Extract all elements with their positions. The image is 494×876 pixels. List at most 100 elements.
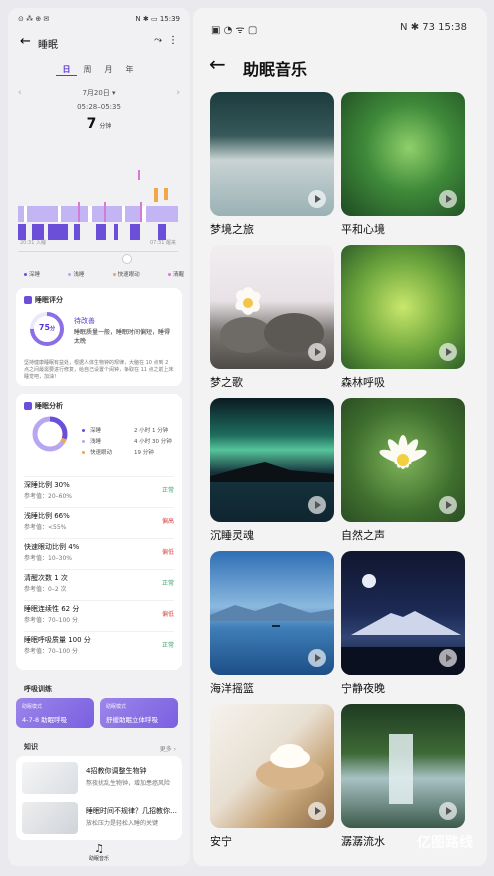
legend-deep: 深睡 <box>24 270 40 278</box>
status-icons-right: N ✱ ▭ 15:39 <box>135 15 180 23</box>
more-icon[interactable]: ⋮ <box>168 35 178 46</box>
watermark-logo: 亿图路线 <box>417 835 473 851</box>
stage-rem: 快速眼动 19 分钟 <box>82 448 178 459</box>
music-title: 安宁 <box>210 835 232 848</box>
tab-month[interactable]: 月 <box>98 64 119 75</box>
play-icon[interactable] <box>439 802 457 820</box>
card-title: 睡眠评分 <box>35 296 63 304</box>
sleep-music-panel: ▣ ◔ ᯤ ▢ N ✱ 73 15:38 ← 助眠音乐 梦境之旅 平和心境 梦之… <box>193 8 487 866</box>
knowledge-more-link[interactable]: 更多 › <box>160 744 176 753</box>
play-icon[interactable] <box>439 649 457 667</box>
bottom-nav-sleep-music[interactable]: ♫ 助眠音乐 <box>8 840 190 866</box>
music-tile-serenity[interactable] <box>210 704 334 828</box>
music-title: 沉睡灵魂 <box>210 529 254 542</box>
score-description: 睡眠质量一般，睡眠时间偏短，睡得太晚 <box>74 329 171 345</box>
legend-rem: 快速眼动 <box>112 270 140 278</box>
score-icon <box>24 296 32 304</box>
chart-end-label: 07:31 醒来 <box>150 240 176 246</box>
date-selector[interactable]: 7月20日 ▾ <box>8 88 190 98</box>
sleep-report-panel: ⊙ ⁂ ⊕ ✉ N ✱ ▭ 15:39 ← 睡眠 ⤳ ⋮ 日周月年 ‹ › 7月… <box>8 8 190 866</box>
status-icons-right: N ✱ 73 15:38 <box>400 22 467 33</box>
play-icon[interactable] <box>439 496 457 514</box>
card-title: 睡眠分析 <box>35 402 63 410</box>
music-tile-deep-sleep-soul[interactable] <box>210 398 334 522</box>
status-bar: ▣ ◔ ᯤ ▢ N ✱ 73 15:38 <box>193 8 487 48</box>
metric-light-ratio[interactable]: 浅睡比例 66% 参考值：<55% 偏高 <box>24 507 174 538</box>
knowledge-thumb-image <box>22 802 78 834</box>
knowledge-thumb-image <box>22 762 78 794</box>
music-tile-dream-journey[interactable] <box>210 92 334 216</box>
timeline-axis <box>18 251 178 252</box>
metric-deep-ratio[interactable]: 深睡比例 30% 参考值：20–60% 正常 <box>24 476 174 507</box>
play-icon[interactable] <box>439 190 457 208</box>
analysis-icon <box>24 402 32 410</box>
stage-donut <box>32 416 68 452</box>
play-icon[interactable] <box>439 343 457 361</box>
metric-continuity[interactable]: 睡眠连续性 62 分参考值：70–100 分偏低 <box>24 600 174 631</box>
music-tile-nature-sound[interactable] <box>341 398 465 522</box>
music-tile-peaceful-mind[interactable] <box>341 92 465 216</box>
tab-week[interactable]: 周 <box>77 64 98 75</box>
music-title: 森林呼吸 <box>341 376 385 389</box>
time-range: 05:28–05:35 <box>77 103 121 111</box>
header: ← 睡眠 ⤳ ⋮ <box>8 32 190 62</box>
music-title: 潺潺流水 <box>341 835 385 848</box>
light-sleep-band <box>18 206 178 222</box>
sleep-stage-chart <box>18 170 178 240</box>
chart-legend: 深睡 浅睡 快速眼动 清醒 <box>24 270 184 278</box>
play-icon[interactable] <box>308 802 326 820</box>
music-tile-quiet-night[interactable] <box>341 551 465 675</box>
back-arrow-icon[interactable]: ← <box>209 52 226 76</box>
share-icon[interactable]: ⤳ <box>154 35 162 46</box>
music-title: 宁静夜晚 <box>341 682 385 695</box>
back-arrow-icon[interactable]: ← <box>20 34 31 49</box>
status-badge: 正常 <box>161 580 174 587</box>
status-icons-left: ▣ ◔ ᯤ ▢ <box>211 25 258 36</box>
status-badge: 正常 <box>161 487 174 494</box>
music-tile-forest-breath[interactable] <box>341 245 465 369</box>
music-title: 海洋摇篮 <box>210 682 254 695</box>
period-tabs: 日周月年 <box>56 64 146 80</box>
tab-day[interactable]: 日 <box>56 64 77 76</box>
page-title: 睡眠 <box>38 40 58 51</box>
stage-deep: 深睡 2 小时 1 分钟 <box>82 426 178 437</box>
music-tile-ocean-cradle[interactable] <box>210 551 334 675</box>
play-icon[interactable] <box>308 190 326 208</box>
music-title: 梦之歌 <box>210 376 243 389</box>
sleep-score: 75分 <box>38 323 56 332</box>
knowledge-list: 4招教你调整生物钟 熬夜扰乱生物钟，增加患癌风险 睡眠时间不规律？几招教你… 放… <box>16 756 182 840</box>
status-badge: 偏高 <box>161 518 174 525</box>
metric-awake-count[interactable]: 清醒次数 1 次参考值：0–2 次正常 <box>24 569 174 600</box>
status-badge: 偏低 <box>161 549 174 556</box>
legend-light: 浅睡 <box>68 270 84 278</box>
status-icons-left: ⊙ ⁂ ⊕ ✉ <box>18 15 50 23</box>
status-badge: 正常 <box>161 642 174 649</box>
music-tile-flowing-water[interactable] <box>341 704 465 828</box>
breathing-478-button[interactable]: 助眠模式 4-7-8 助眠呼吸 <box>16 698 94 728</box>
score-level: 待改善 <box>74 317 95 325</box>
status-badge: 偏低 <box>161 611 174 618</box>
header: ← 助眠音乐 <box>193 48 487 88</box>
chart-start-label: 20:31 入睡 <box>20 240 46 246</box>
music-title: 自然之声 <box>341 529 385 542</box>
sleep-analysis-card: 睡眠分析 深睡 2 小时 1 分钟 浅睡 4 小时 30 分钟 快速眼动 19 分钟 … <box>16 394 182 670</box>
page-title: 助眠音乐 <box>243 60 308 79</box>
stage-list: 深睡 2 小时 1 分钟 浅睡 4 小时 30 分钟 快速眼动 19 分钟 <box>82 426 178 459</box>
sleep-duration: 7 分钟 <box>86 116 112 132</box>
play-icon[interactable] <box>308 496 326 514</box>
breathing-stereo-button[interactable]: 助眠模式 舒缓助眠立体呼吸 <box>100 698 178 728</box>
tab-year[interactable]: 年 <box>119 64 140 75</box>
play-icon[interactable] <box>308 649 326 667</box>
metric-breathing[interactable]: 睡眠呼吸质量 100 分参考值：70–100 分正常 <box>24 631 174 662</box>
timeline-handle[interactable] <box>122 254 132 264</box>
metric-rem-ratio[interactable]: 快速眼动比例 4% 参考值：10–30% 偏低 <box>24 538 174 569</box>
play-icon[interactable] <box>308 343 326 361</box>
stage-light: 浅睡 4 小时 30 分钟 <box>82 437 178 448</box>
score-note: 坚持健康睡眠有益处，根据人体生物钟的规律，大脑在 10 点到 2 点之间最需要进… <box>24 360 174 380</box>
music-title: 平和心境 <box>341 223 385 236</box>
music-note-icon: ♫ <box>94 842 104 855</box>
music-title: 梦境之旅 <box>210 223 254 236</box>
sleep-score-card[interactable]: 睡眠评分 75分 待改善 睡眠质量一般，睡眠时间偏短，睡得太晚 坚持健康睡眠有益… <box>16 288 182 386</box>
music-tile-dream-song[interactable] <box>210 245 334 369</box>
knowledge-title: 知识 <box>24 743 38 751</box>
